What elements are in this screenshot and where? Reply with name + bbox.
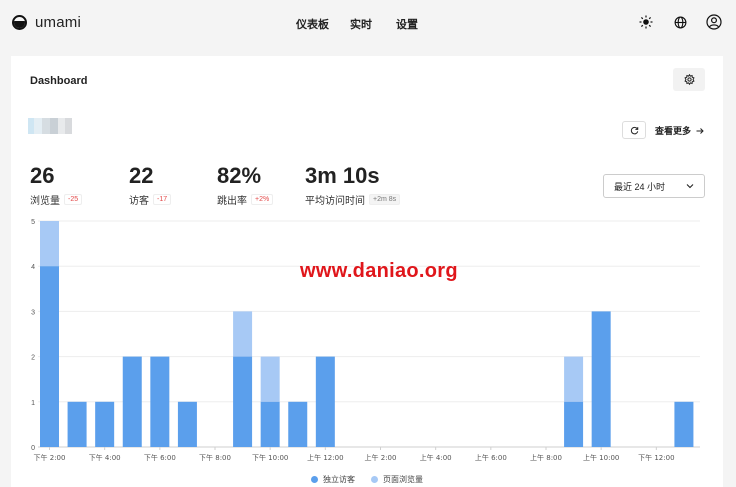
legend-label: 页面浏览量 — [383, 475, 423, 484]
umami-logo-icon — [12, 15, 27, 30]
x-tick-label: 下午 6:00 — [144, 453, 176, 462]
bar-pageviews[interactable] — [260, 356, 280, 402]
top-bar: umami 仪表板 实时 设置 — [0, 0, 736, 48]
nav-settings[interactable]: 设置 — [396, 16, 436, 32]
dashboard-card: Dashboard 查看更多 26 浏览量 -25 22 访客 -17 82% … — [11, 56, 723, 487]
main-nav: 仪表板 实时 设置 — [296, 16, 436, 32]
x-tick-label: 下午 12:00 — [638, 453, 674, 462]
user-icon[interactable] — [706, 14, 722, 30]
bar-visitors[interactable] — [233, 356, 253, 447]
bar-visitors[interactable] — [95, 401, 115, 447]
legend-item-visitors[interactable]: 独立访客 — [311, 474, 355, 485]
bar-pageviews[interactable] — [564, 356, 584, 402]
watermark-text: www.daniao.org — [300, 260, 458, 282]
app-name: umami — [35, 14, 82, 31]
bar-visitors[interactable] — [260, 401, 280, 447]
bar-visitors[interactable] — [288, 401, 308, 447]
bar-visitors[interactable] — [591, 311, 611, 447]
bar-visitors[interactable] — [150, 356, 170, 447]
bar-visitors[interactable] — [177, 401, 197, 447]
nav-realtime[interactable]: 实时 — [350, 16, 396, 32]
x-tick-label: 上午 4:00 — [420, 453, 452, 462]
legend-item-pageviews[interactable]: 页面浏览量 — [371, 474, 423, 485]
legend-swatch — [311, 476, 318, 483]
globe-icon[interactable] — [672, 14, 688, 30]
x-tick-label: 上午 12:00 — [307, 453, 343, 462]
y-tick-label: 0 — [31, 445, 35, 452]
legend-label: 独立访客 — [323, 475, 355, 484]
y-tick-label: 3 — [31, 309, 35, 316]
x-tick-label: 上午 8:00 — [530, 453, 562, 462]
y-tick-label: 2 — [31, 355, 35, 362]
bar-visitors[interactable] — [315, 356, 335, 447]
x-tick-label: 上午 10:00 — [583, 453, 619, 462]
bar-visitors[interactable] — [122, 356, 142, 447]
top-icons — [638, 14, 722, 30]
bar-pageviews[interactable] — [233, 311, 253, 357]
app-logo[interactable]: umami — [12, 14, 81, 31]
x-tick-label: 上午 6:00 — [475, 453, 507, 462]
bar-visitors[interactable] — [40, 266, 59, 447]
x-tick-label: 下午 2:00 — [34, 453, 66, 462]
bar-visitors[interactable] — [674, 401, 694, 447]
bar-visitors[interactable] — [564, 401, 584, 447]
x-tick-label: 上午 2:00 — [365, 453, 397, 462]
x-tick-label: 下午 4:00 — [89, 453, 121, 462]
bar-pageviews[interactable] — [40, 221, 59, 267]
y-tick-label: 1 — [31, 400, 35, 407]
y-tick-label: 4 — [31, 264, 35, 271]
sun-icon[interactable] — [638, 14, 654, 30]
x-tick-label: 下午 8:00 — [199, 453, 231, 462]
chart-legend: 独立访客 页面浏览量 — [311, 474, 423, 485]
nav-dashboard[interactable]: 仪表板 — [296, 16, 350, 32]
x-tick-label: 下午 10:00 — [252, 453, 288, 462]
legend-swatch — [371, 476, 378, 483]
y-tick-label: 5 — [31, 219, 35, 226]
bar-visitors[interactable] — [67, 401, 87, 447]
